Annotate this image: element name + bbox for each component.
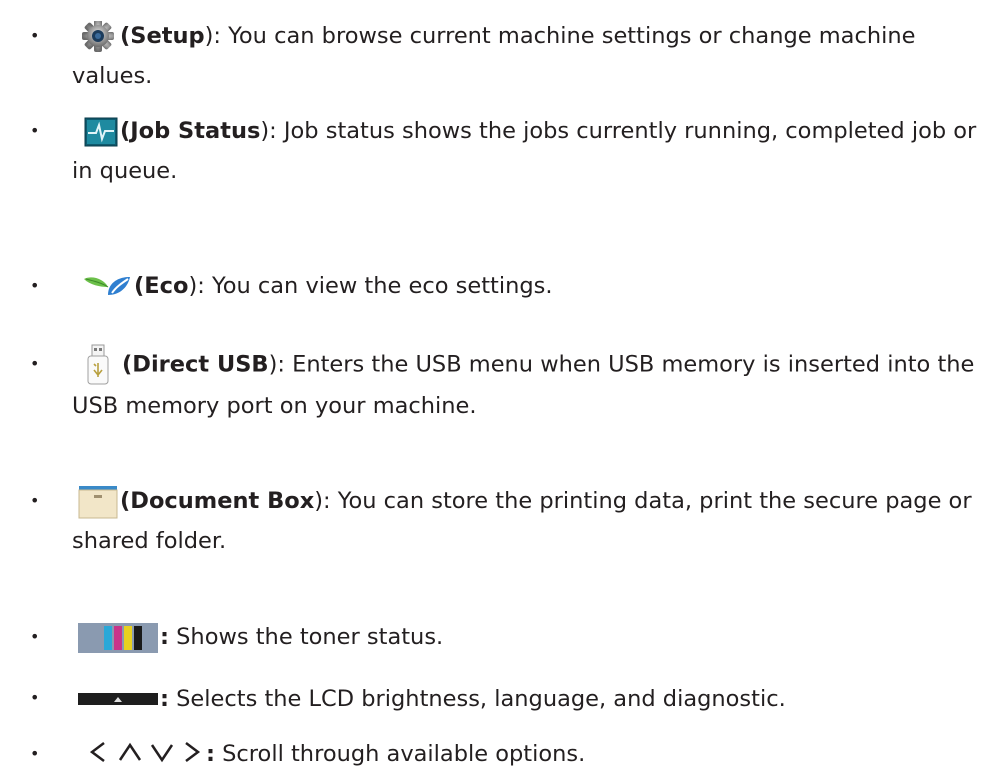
list-item-toner: • : Shows the toner status. xyxy=(30,617,995,657)
list-item-scroll-arrows: • : Scroll through available options. xyxy=(30,734,995,774)
label-close: ): xyxy=(204,23,221,49)
label-close: ): xyxy=(188,273,205,299)
direct-usb-label: (Direct USB xyxy=(122,351,269,378)
scroll-arrows-icon xyxy=(89,737,204,763)
eco-label: (Eco xyxy=(134,273,189,299)
bullet: • xyxy=(30,276,40,295)
bullet: • xyxy=(30,491,40,510)
lcd-label-close: : xyxy=(160,686,169,712)
label-close: ): xyxy=(260,118,277,144)
setup-label: (Setup xyxy=(120,23,205,49)
label-close: ): xyxy=(268,351,285,378)
bullet: • xyxy=(30,627,40,646)
list-item-lcd-menu: • : Selects the LCD brightness, language… xyxy=(30,678,995,719)
list-item-direct-usb: • (Direct USB): Enters the USB menu when… xyxy=(30,344,995,426)
job-status-icon xyxy=(84,117,118,147)
document-box-icon xyxy=(78,485,118,519)
bullet: • xyxy=(30,688,40,707)
bullet: • xyxy=(30,26,40,45)
bullet: • xyxy=(30,121,40,140)
list-item-eco: • (Eco): You can view the eco settings. xyxy=(30,266,995,306)
toner-label-close: : xyxy=(160,624,169,650)
lcd-description: Selects the LCD brightness, language, an… xyxy=(169,686,786,712)
label-close: ): xyxy=(314,488,331,514)
list-item-job-status: • (Job Status): Job status shows the job… xyxy=(30,111,995,191)
usb-drive-icon xyxy=(86,344,110,386)
bullet: • xyxy=(30,744,40,763)
bullet: • xyxy=(30,354,40,373)
scroll-label-close: : xyxy=(206,741,215,767)
eco-leaf-icon xyxy=(82,273,132,301)
lcd-menu-icon xyxy=(78,678,158,705)
toner-status-icon xyxy=(78,622,158,653)
list-item-setup: • (Setup): You can browse current machin… xyxy=(30,16,995,96)
document-box-label: (Document Box xyxy=(120,488,315,514)
toner-description: Shows the toner status. xyxy=(169,624,444,650)
list-item-document-box: • (Document Box): You can store the prin… xyxy=(30,481,995,561)
scroll-description: Scroll through available options. xyxy=(215,741,586,767)
job-status-label: (Job Status xyxy=(120,118,261,144)
setup-gear-icon xyxy=(78,19,118,53)
eco-description: You can view the eco settings. xyxy=(204,273,553,299)
